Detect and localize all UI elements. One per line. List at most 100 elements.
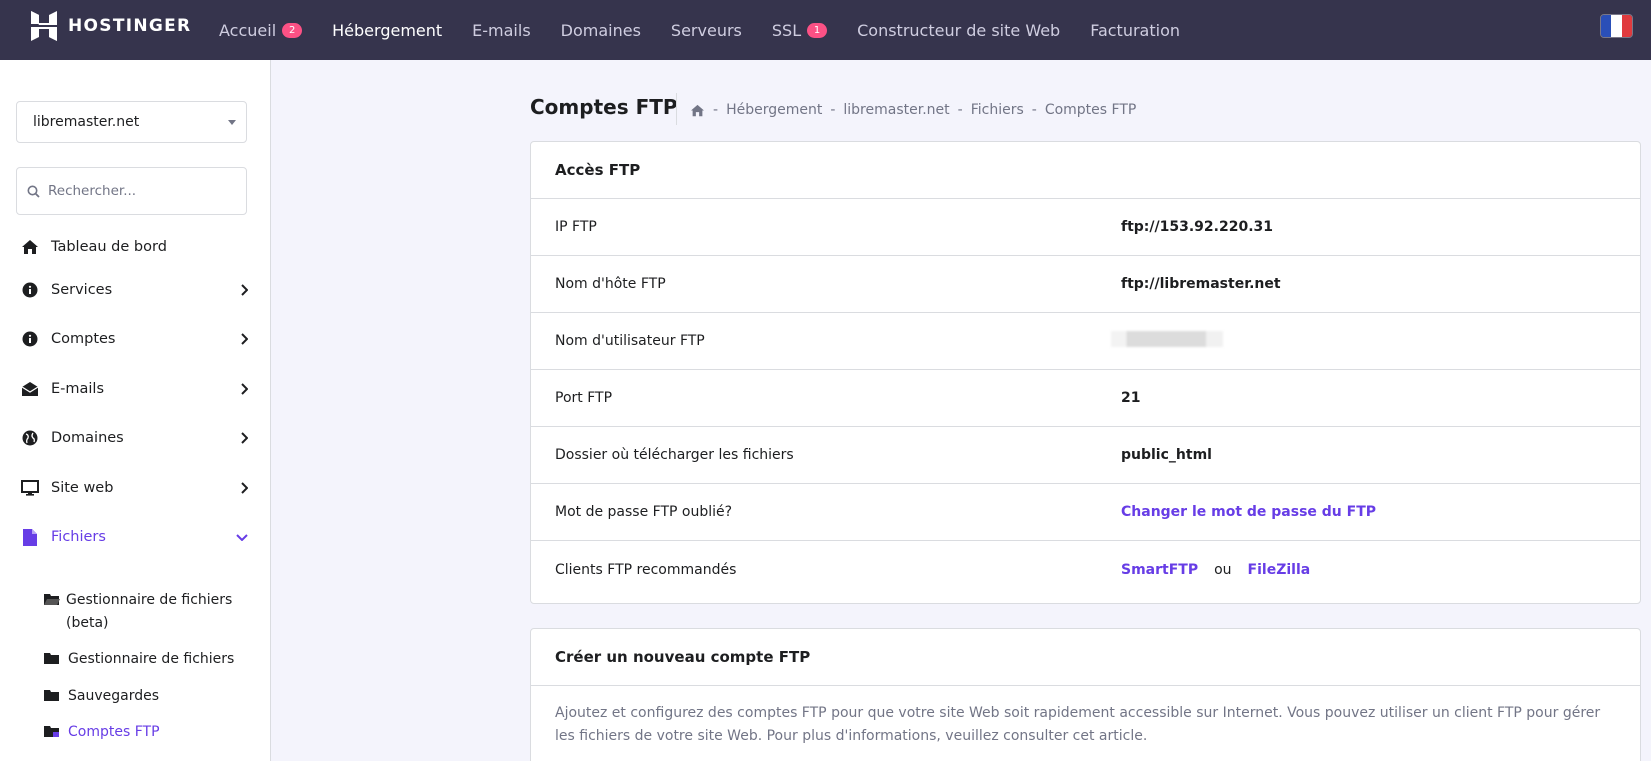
sidebar-subitem-sauvegardes[interactable]: Sauvegardes (44, 685, 249, 708)
ftp-upload-folder-value: public_html (1121, 447, 1212, 463)
ftp-port-value: 21 (1121, 390, 1141, 406)
ftp-folder-icon (44, 721, 62, 738)
sidebar-item-services[interactable]: Services (20, 278, 252, 302)
sidebar-item-fichiers[interactable]: Fichiers (20, 525, 252, 549)
ftp-access-card: Accès FTP IP FTP ftp://153.92.220.31 Nom… (530, 141, 1641, 604)
ftp-username-value (1111, 331, 1223, 351)
sidebar-item-label: Comptes (51, 331, 116, 347)
chevron-down-icon (236, 534, 248, 541)
ftp-hostname-value: ftp://libremaster.net (1121, 276, 1281, 292)
sidebar-item-label: E-mails (51, 381, 105, 397)
card-description: Ajoutez et configurez des comptes FTP po… (555, 705, 1601, 744)
nav-label: SSL (771, 20, 802, 40)
title-divider (676, 93, 677, 125)
nav-facturation[interactable]: Facturation (1090, 21, 1180, 40)
sidebar-search (16, 167, 247, 215)
sidebar-item-domaines[interactable]: Domaines (20, 426, 252, 450)
sidebar-item-emails[interactable]: E-mails (20, 377, 252, 401)
row-label: Mot de passe FTP oublié? (555, 504, 733, 520)
nav-label: Constructeur de site Web (857, 20, 1061, 40)
sidebar-item-comptes[interactable]: Comptes (20, 327, 252, 351)
breadcrumb-current: Comptes FTP (1044, 102, 1137, 118)
card-title: Créer un nouveau compte FTP (531, 629, 1640, 686)
search-input[interactable] (48, 183, 228, 199)
top-navigation-bar: HOSTINGER Accueil 2 Hébergement E-mails D… (0, 0, 1651, 60)
row-label: IP FTP (555, 219, 597, 235)
card-title: Accès FTP (531, 142, 1640, 199)
breadcrumb-fichiers[interactable]: Fichiers (971, 102, 1024, 118)
sidebar-item-tableau-de-bord[interactable]: Tableau de bord (20, 235, 252, 259)
change-ftp-password-link[interactable]: Changer le mot de passe du FTP (1121, 504, 1376, 520)
chevron-right-icon (241, 482, 248, 494)
row-label: Dossier où télécharger les fichiers (555, 447, 794, 463)
breadcrumb: - Hébergement - libremaster.net - Fichie… (690, 102, 1136, 118)
ftp-clients-row: Clients FTP recommandés SmartFTP ou FileZi… (531, 541, 1640, 598)
breadcrumb-separator: - (957, 102, 963, 118)
breadcrumb-separator: - (830, 102, 836, 118)
domain-selector[interactable]: libremaster.net (16, 101, 247, 143)
row-label: Port FTP (555, 390, 613, 406)
folder-open-icon (44, 589, 60, 606)
sidebar-item-label: Domaines (51, 430, 124, 446)
search-icon (27, 185, 40, 198)
folder-icon (44, 685, 62, 702)
sidebar-item-label: Site web (51, 480, 114, 496)
notification-badge: 1 (807, 22, 828, 38)
nav-ssl[interactable]: SSL 1 (771, 20, 828, 40)
ftp-ip-row: IP FTP ftp://153.92.220.31 (531, 199, 1640, 256)
redacted-username (1111, 331, 1223, 347)
sidebar-subitem-label: Gestionnaire de fichiers (beta) (66, 592, 233, 631)
main-nav: Accueil 2 Hébergement E-mails Domaines Se… (203, 0, 1194, 60)
nav-serveurs[interactable]: Serveurs (671, 21, 742, 40)
sidebar-subitem-label: Sauvegardes (68, 688, 160, 704)
nav-label: Accueil (219, 20, 277, 40)
breadcrumb-separator: - (713, 102, 719, 118)
chevron-right-icon (241, 284, 248, 296)
home-icon (20, 237, 40, 257)
ftp-upload-folder-row: Dossier où télécharger les fichiers publ… (531, 427, 1640, 484)
nav-accueil[interactable]: Accueil 2 (219, 20, 303, 40)
breadcrumb-hebergement[interactable]: Hébergement (726, 102, 822, 118)
ftp-port-row: Port FTP 21 (531, 370, 1640, 427)
sidebar-subitem-label: Gestionnaire de fichiers (68, 651, 235, 667)
globe-icon (20, 428, 40, 448)
breadcrumb-domain[interactable]: libremaster.net (843, 102, 949, 118)
sidebar-item-site-web[interactable]: Site web (20, 476, 252, 500)
selected-domain: libremaster.net (33, 114, 140, 130)
caret-down-icon (228, 120, 236, 125)
nav-domaines[interactable]: Domaines (561, 21, 641, 40)
language-flag-fr-icon[interactable] (1600, 14, 1633, 38)
nav-constructeur[interactable]: Constructeur de site Web (857, 21, 1060, 40)
sidebar-item-label: Tableau de bord (51, 239, 167, 255)
info-icon (20, 280, 40, 300)
breadcrumb-separator: - (1031, 102, 1037, 118)
monitor-icon (20, 478, 40, 498)
home-icon[interactable] (690, 104, 705, 117)
sidebar-subitem-file-manager[interactable]: Gestionnaire de fichiers (44, 648, 249, 671)
smartftp-link[interactable]: SmartFTP (1121, 562, 1198, 578)
nav-hebergement[interactable]: Hébergement (332, 21, 442, 40)
row-label: Clients FTP recommandés (555, 561, 737, 578)
ftp-password-row: Mot de passe FTP oublié? Changer le mot … (531, 484, 1640, 541)
nav-label: Hébergement (332, 20, 443, 40)
file-icon (20, 527, 40, 547)
sidebar-item-label: Fichiers (51, 529, 106, 545)
nav-label: E-mails (472, 20, 531, 40)
nav-emails[interactable]: E-mails (472, 21, 531, 40)
chevron-right-icon (241, 333, 248, 345)
filezilla-link[interactable]: FileZilla (1248, 562, 1311, 578)
chevron-right-icon (241, 432, 248, 444)
ftp-hostname-row: Nom d'hôte FTP ftp://libremaster.net (531, 256, 1640, 313)
ftp-ip-value: ftp://153.92.220.31 (1121, 219, 1273, 235)
nav-label: Domaines (560, 20, 641, 40)
row-label: Nom d'utilisateur FTP (555, 333, 705, 349)
sidebar-subitem-file-manager-beta[interactable]: Gestionnaire de fichiers (beta) (44, 589, 249, 635)
info-icon (20, 329, 40, 349)
sidebar-subitem-comptes-ftp[interactable]: Comptes FTP (44, 721, 249, 744)
ftp-username-row: Nom d'utilisateur FTP (531, 313, 1640, 370)
chevron-right-icon (241, 383, 248, 395)
sidebar-item-label: Services (51, 282, 113, 298)
notification-badge: 2 (282, 22, 303, 38)
nav-label: Serveurs (670, 20, 742, 40)
hostinger-logo[interactable]: HOSTINGER (30, 11, 191, 41)
